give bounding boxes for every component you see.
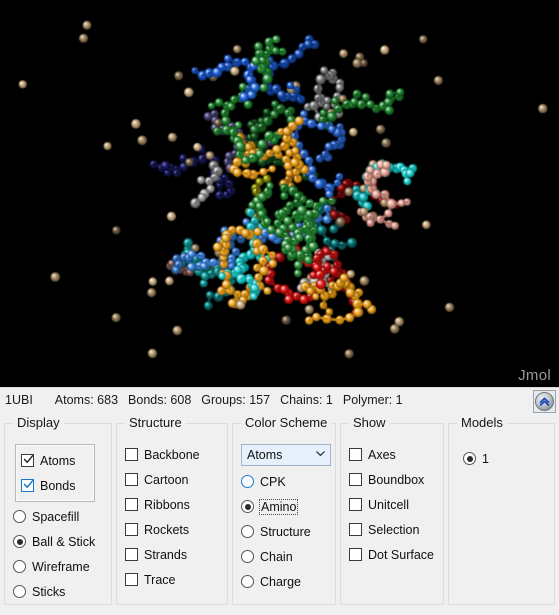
radio-chain-label: Chain [260,549,293,564]
checkbox-unitcell-label: Unitcell [368,497,409,512]
checkbox-bonds[interactable]: Bonds [21,473,94,498]
checkbox-axes-label: Axes [368,447,396,462]
group-models-title: Models [457,415,507,430]
checkbox-ribbons[interactable]: Ribbons [125,492,227,517]
checkbox-backbone-box[interactable] [125,448,138,461]
status-bar: 1UBI Atoms: 683 Bonds: 608 Groups: 157 Chain… [0,387,559,415]
checkbox-backbone[interactable]: Backbone [125,442,227,467]
checkbox-ribbons-box[interactable] [125,498,138,511]
group-display-title: Display [13,415,64,430]
radio-model-1-label: 1 [482,451,489,466]
chevron-down-icon [315,448,326,462]
checkbox-backbone-label: Backbone [144,447,200,462]
status-polymer: Polymer: 1 [342,393,403,407]
checkbox-cartoon-label: Cartoon [144,472,189,487]
radio-structure[interactable]: Structure [241,519,335,544]
radio-model-1-circle[interactable] [463,452,476,465]
checkbox-ribbons-label: Ribbons [144,497,190,512]
radio-charge[interactable]: Charge [241,569,335,594]
checkbox-strands[interactable]: Strands [125,542,227,567]
color-scheme-dropdown[interactable]: Atoms [241,444,331,466]
jmol-3d-viewport[interactable]: Jmol [0,0,559,387]
radio-spacefill-label: Spacefill [32,509,80,524]
status-groups: Groups: 157 [201,393,271,407]
checkbox-trace-box[interactable] [125,573,138,586]
radio-structure-circle[interactable] [241,525,254,538]
group-models: Models 1 [448,415,555,605]
checkbox-axes[interactable]: Axes [349,442,443,467]
radio-spacefill-circle[interactable] [13,510,26,523]
radio-wireframe[interactable]: Wireframe [13,554,111,579]
checkbox-strands-label: Strands [144,547,188,562]
checkbox-rockets[interactable]: Rockets [125,517,227,542]
collapse-panel-button[interactable] [533,390,556,413]
radio-ball-and-stick-label: Ball & Stick [32,534,96,549]
checkbox-unitcell-box[interactable] [349,498,362,511]
checkbox-dot-surface-label: Dot Surface [368,547,435,562]
status-atoms: Atoms: 683 [54,393,119,407]
checkbox-axes-box[interactable] [349,448,362,461]
group-display: Display Atoms Bonds Spacefill Ball & Sti… [4,415,112,605]
radio-model-1[interactable]: 1 [463,446,554,471]
radio-sticks[interactable]: Sticks [13,579,111,604]
checkbox-cartoon[interactable]: Cartoon [125,467,227,492]
group-structure: Structure Backbone Cartoon Ribbons Rocke… [116,415,228,605]
group-show-title: Show [349,415,390,430]
radio-chain[interactable]: Chain [241,544,335,569]
checkbox-rockets-label: Rockets [144,522,190,537]
checkbox-trace-label: Trace [144,572,176,587]
checkbox-dot-surface-box[interactable] [349,548,362,561]
jmol-watermark: Jmol [518,367,551,384]
radio-spacefill[interactable]: Spacefill [13,504,111,529]
group-structure-title: Structure [125,415,186,430]
status-chains: Chains: 1 [280,393,333,407]
radio-cpk[interactable]: CPK [241,469,335,494]
radio-wireframe-circle[interactable] [13,560,26,573]
checkbox-strands-box[interactable] [125,548,138,561]
molecule-canvas[interactable] [0,0,559,387]
radio-charge-circle[interactable] [241,575,254,588]
checkbox-boundbox-label: Boundbox [368,472,425,487]
checkbox-trace[interactable]: Trace [125,567,227,592]
checkbox-unitcell[interactable]: Unitcell [349,492,443,517]
radio-cpk-label: CPK [260,474,286,489]
checkbox-rockets-box[interactable] [125,523,138,536]
checkbox-atoms-label: Atoms [40,453,76,468]
double-chevron-up-icon [535,392,554,411]
group-show: Show Axes Boundbox Unitcell Selection Do… [340,415,444,605]
checkbox-selection-label: Selection [368,522,420,537]
checkbox-bonds-label: Bonds [40,478,76,493]
checkbox-atoms-box[interactable] [21,454,34,467]
radio-sticks-label: Sticks [32,584,66,599]
checkbox-bonds-box[interactable] [21,479,34,492]
radio-ball-and-stick-circle[interactable] [13,535,26,548]
group-color-scheme: Color Scheme Atoms CPK Amino Structure C… [232,415,336,605]
checkbox-cartoon-box[interactable] [125,473,138,486]
checkbox-atoms[interactable]: Atoms [21,448,94,473]
status-bonds: Bonds: 608 [128,393,192,407]
radio-cpk-circle[interactable] [241,475,254,488]
checkbox-boundbox-box[interactable] [349,473,362,486]
radio-amino[interactable]: Amino [241,494,335,519]
group-color-scheme-title: Color Scheme [241,415,332,430]
checkbox-dot-surface[interactable]: Dot Surface [349,542,443,567]
radio-amino-label: Amino [258,498,299,515]
status-bar-text: 1UBI Atoms: 683 Bonds: 608 Groups: 157 Chain… [5,393,413,407]
checkbox-selection[interactable]: Selection [349,517,443,542]
radio-structure-label: Structure [260,524,311,539]
radio-chain-circle[interactable] [241,550,254,563]
radio-wireframe-label: Wireframe [32,559,90,574]
radio-charge-label: Charge [260,574,301,589]
radio-amino-circle[interactable] [241,500,254,513]
checkbox-boundbox[interactable]: Boundbox [349,467,443,492]
color-scheme-dropdown-value: Atoms [247,448,283,462]
checkbox-selection-box[interactable] [349,523,362,536]
display-checkbox-subpanel: Atoms Bonds [15,444,95,502]
radio-sticks-circle[interactable] [13,585,26,598]
controls-region: Display Atoms Bonds Spacefill Ball & Sti… [0,415,559,615]
status-pdb-id: 1UBI [5,393,33,407]
radio-ball-and-stick[interactable]: Ball & Stick [13,529,111,554]
